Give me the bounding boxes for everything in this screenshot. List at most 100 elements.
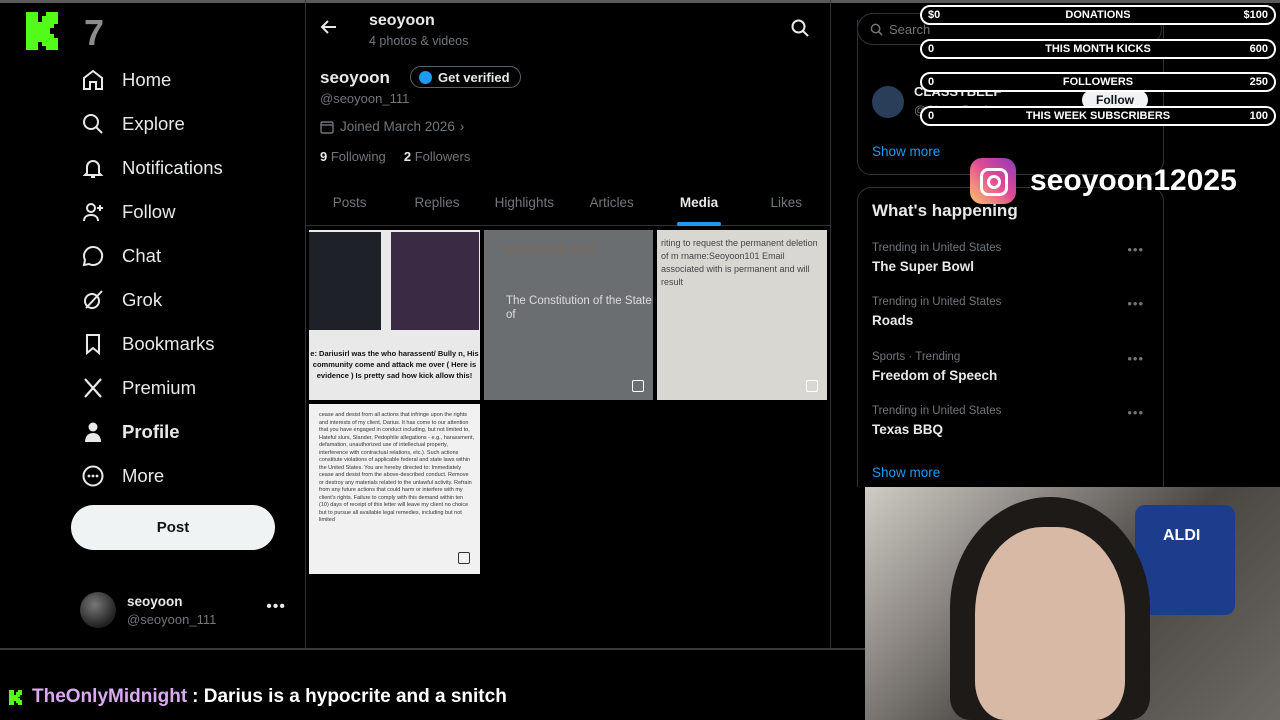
- nav-label: Follow: [122, 201, 176, 222]
- nav-label: Explore: [122, 113, 185, 134]
- followers-link[interactable]: 2 Followers: [404, 149, 470, 164]
- search-icon: [80, 111, 106, 137]
- trend-title: Roads: [872, 313, 914, 328]
- follow-stats: 9 Following 2 Followers: [320, 149, 470, 164]
- trend-item[interactable]: Sports · Trending Freedom of Speech •••: [872, 351, 1152, 383]
- show-more-link[interactable]: Show more: [872, 465, 940, 480]
- more-dots-icon[interactable]: •••: [1127, 405, 1144, 420]
- avatar: [80, 592, 116, 628]
- goals-overlay: $0 DONATIONS $100 0 THIS MONTH KICKS 600…: [920, 5, 1276, 139]
- chat-username: TheOnlyMidnight: [32, 686, 188, 707]
- aldi-sign: ALDI: [1163, 527, 1201, 544]
- nav-label: Chat: [122, 245, 162, 266]
- top-strip: [0, 0, 1280, 3]
- tab-replies[interactable]: Replies: [393, 188, 480, 225]
- nav-item-premium[interactable]: Premium: [80, 366, 300, 410]
- following-link[interactable]: 9 Following: [320, 149, 386, 164]
- grok-icon: [80, 287, 106, 313]
- profile-handle: @seoyoon_111: [320, 91, 410, 106]
- joined-date[interactable]: Joined March 2026 ›: [320, 119, 464, 134]
- goal-label: THIS MONTH KICKS: [1045, 42, 1151, 55]
- tab-likes[interactable]: Likes: [743, 188, 830, 225]
- trend-title: Freedom of Speech: [872, 368, 998, 383]
- account-switcher[interactable]: seoyoon @seoyoon_111 •••: [80, 590, 290, 630]
- goal-label: THIS WEEK SUBSCRIBERS: [1025, 109, 1171, 122]
- verified-badge-icon: [419, 70, 432, 84]
- chat-overlay-bar: [0, 648, 865, 720]
- kick-badge-icon: [9, 690, 22, 705]
- chat-icon: [80, 243, 106, 269]
- media-text: riting to request the permanent deletion…: [661, 238, 818, 287]
- whats-happening-card: [857, 187, 1164, 487]
- trend-item[interactable]: Trending in United States Roads •••: [872, 296, 1152, 328]
- nav-item-chat[interactable]: Chat: [80, 234, 300, 278]
- more-dots-icon[interactable]: •••: [1127, 351, 1144, 366]
- multi-image-icon: [632, 380, 644, 392]
- following-count: 9: [320, 149, 328, 164]
- avatar[interactable]: [872, 86, 904, 118]
- tab-highlights[interactable]: Highlights: [481, 188, 568, 225]
- nav-item-profile[interactable]: Profile: [80, 410, 300, 454]
- nav-item-explore[interactable]: Explore: [80, 102, 300, 146]
- post-button[interactable]: Post: [71, 505, 275, 550]
- nav-item-more[interactable]: More: [80, 454, 300, 498]
- followers-label: Followers: [414, 149, 471, 164]
- tab-posts[interactable]: Posts: [306, 188, 393, 225]
- goal-target: 100: [1249, 109, 1268, 122]
- goal-current: 0: [928, 42, 935, 55]
- trend-title: Texas BBQ: [872, 422, 944, 437]
- goal-bar: $0 DONATIONS $100: [920, 5, 1276, 25]
- x-logo-icon[interactable]: 7: [84, 12, 104, 54]
- nav-label: More: [122, 465, 165, 486]
- page-title: seoyoon: [369, 12, 435, 29]
- profile-name: seoyoon: [320, 68, 390, 87]
- more-dots-icon[interactable]: •••: [1127, 296, 1144, 311]
- goal-bar: 0 THIS WEEK SUBSCRIBERS 100: [920, 105, 1276, 126]
- nav-label: Home: [122, 69, 172, 90]
- account-name: seoyoon: [127, 593, 183, 609]
- nav-label: Grok: [122, 289, 163, 310]
- trend-context: Trending in United States: [872, 296, 1002, 308]
- media-thumbnail[interactable]: and Amendments The Constitution of the S…: [484, 230, 653, 400]
- joined-label: Joined March 2026: [340, 119, 455, 134]
- nav-item-notifications[interactable]: Notifications: [80, 146, 300, 190]
- get-verified-button[interactable]: Get verified: [410, 66, 521, 88]
- account-handle: @seoyoon_111: [127, 611, 217, 627]
- search-icon[interactable]: [790, 18, 810, 43]
- trend-item[interactable]: Trending in United States Texas BBQ •••: [872, 405, 1152, 437]
- kick-logo-icon: [26, 12, 58, 50]
- nav-item-home[interactable]: Home: [80, 58, 300, 102]
- goal-current: $0: [928, 9, 941, 21]
- goal-label: DONATIONS: [1065, 9, 1131, 21]
- tab-media[interactable]: Media: [655, 188, 742, 225]
- media-thumbnail[interactable]: riting to request the permanent deletion…: [657, 230, 827, 400]
- media-thumbnail[interactable]: e: Dariusirl was the who harassent/ Bull…: [309, 230, 480, 400]
- calendar-icon: [320, 120, 334, 134]
- search-icon: [870, 23, 883, 36]
- nav-label: Premium: [122, 377, 197, 398]
- nav-label: Notifications: [122, 157, 223, 178]
- nav-item-bookmarks[interactable]: Bookmarks: [80, 322, 300, 366]
- trend-item[interactable]: Trending in United States The Super Bowl…: [872, 242, 1152, 274]
- show-more-link[interactable]: Show more: [872, 144, 940, 159]
- bell-icon: [80, 155, 106, 181]
- instagram-icon: [970, 158, 1016, 204]
- goal-label: FOLLOWERS: [1062, 76, 1134, 88]
- column-divider: [830, 0, 831, 648]
- back-arrow-icon[interactable]: [320, 18, 338, 42]
- nav-item-follow[interactable]: Follow: [80, 190, 300, 234]
- goal-target: 600: [1249, 42, 1268, 55]
- person-icon: [80, 419, 106, 445]
- trend-context: Sports · Trending: [872, 351, 961, 363]
- media-text: and Amendments: [502, 242, 596, 256]
- add-person-icon: [80, 199, 106, 225]
- media-caption: e: Dariusirl was the who harassent/ Bull…: [310, 349, 479, 380]
- tab-articles[interactable]: Articles: [568, 188, 655, 225]
- goal-current: 0: [928, 76, 935, 88]
- nav-label: Bookmarks: [122, 333, 215, 354]
- nav-item-grok[interactable]: Grok: [80, 278, 300, 322]
- x-icon: [80, 375, 106, 401]
- media-thumbnail[interactable]: cease and desist from all actions that i…: [309, 404, 480, 574]
- more-dots-icon[interactable]: •••: [1127, 242, 1144, 257]
- page-subtitle: 4 photos & videos: [369, 34, 469, 48]
